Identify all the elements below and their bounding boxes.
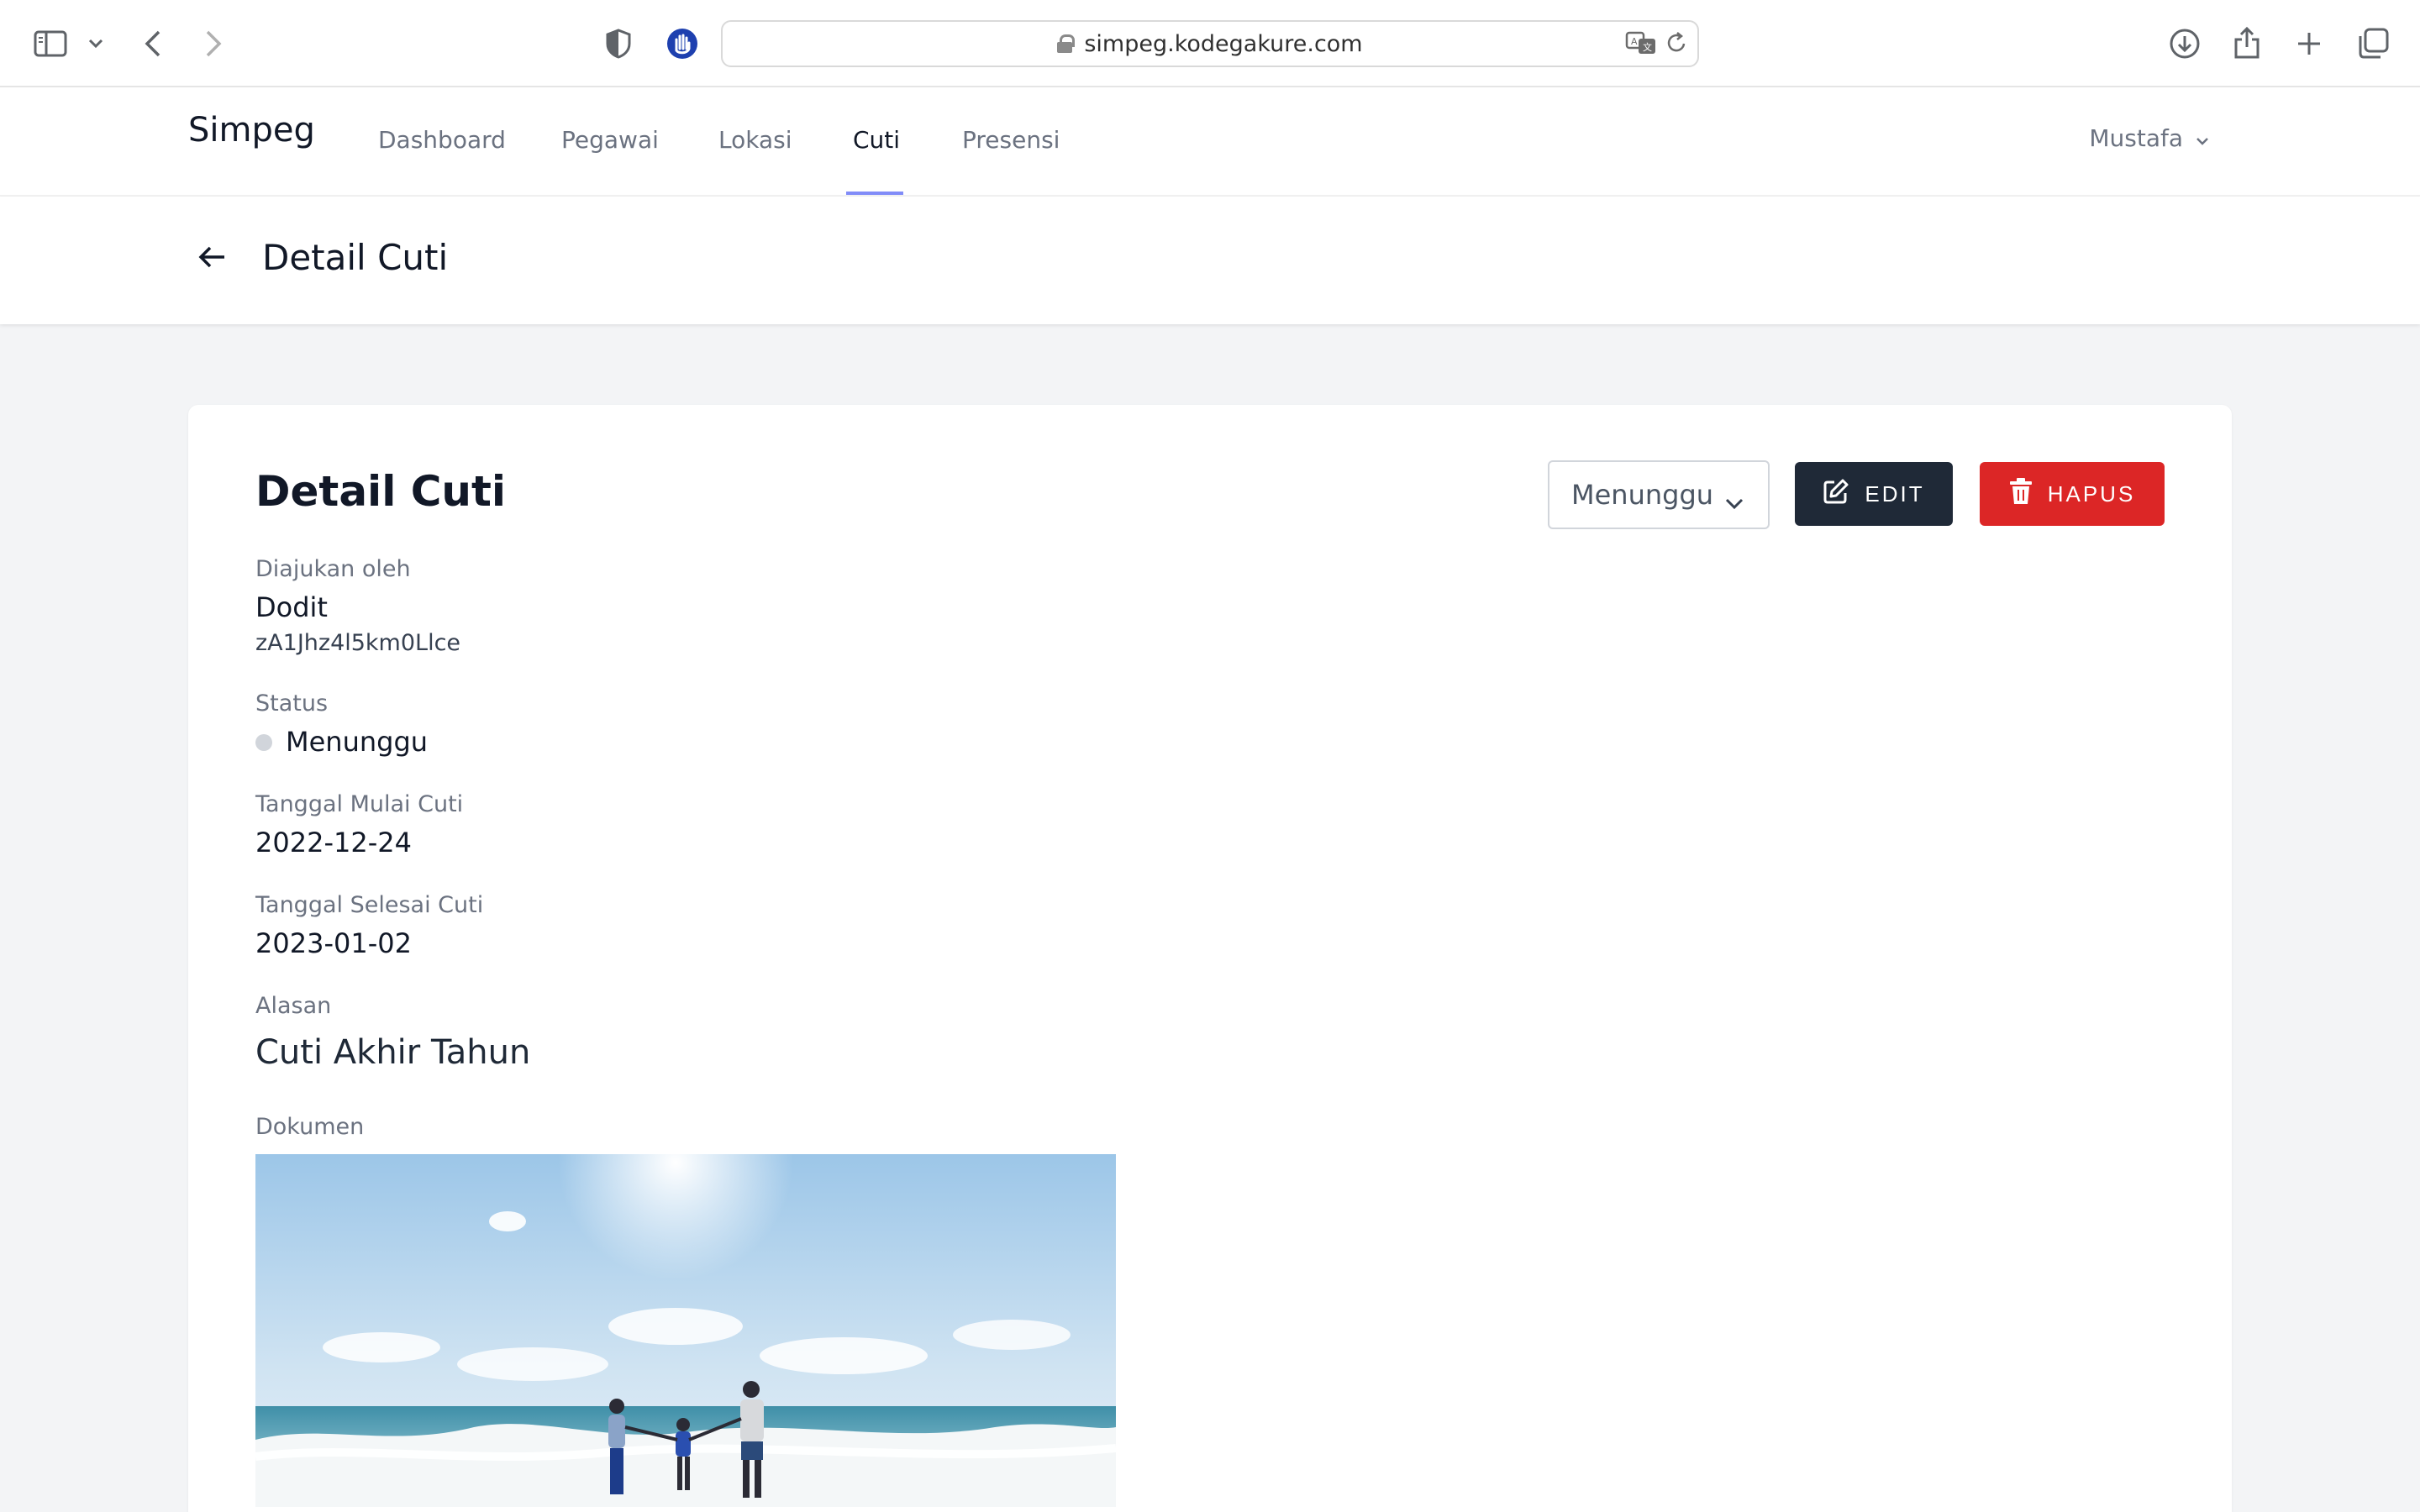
delete-button-label: HAPUS (2047, 480, 2136, 507)
edit-icon (1823, 478, 1849, 511)
address-bar[interactable]: simpeg.kodegakure.com (721, 20, 1699, 67)
svg-text:文: 文 (1643, 41, 1652, 53)
edit-button[interactable]: EDIT (1795, 462, 1953, 526)
sidebar-toggle-icon[interactable] (32, 27, 69, 60)
app-navbar: Simpeg Dashboard Pegawai Lokasi Cuti Pre… (0, 87, 2420, 197)
lock-icon (1057, 34, 1076, 53)
detail-card: Detail Cuti Menunggu EDIT HAPUS Diajukan… (188, 405, 2232, 1512)
nav-link-lokasi[interactable]: Lokasi (718, 126, 792, 154)
status-label: Status (255, 690, 329, 717)
reload-icon[interactable] (1664, 29, 1691, 57)
active-nav-indicator (846, 192, 903, 195)
svg-text:A: A (1631, 36, 1638, 47)
status-dot (255, 734, 272, 751)
new-tab-icon[interactable] (2292, 27, 2326, 60)
user-menu[interactable]: Mustafa (2089, 124, 2210, 152)
back-icon[interactable] (138, 25, 168, 62)
reason-value: Cuti Akhir Tahun (255, 1033, 531, 1072)
nav-link-dashboard[interactable]: Dashboard (378, 126, 506, 154)
nav-link-presensi[interactable]: Presensi (962, 126, 1060, 154)
user-name: Mustafa (2089, 124, 2183, 152)
brand-logo[interactable]: Simpeg (188, 111, 315, 150)
submitted-by-name: Dodit (255, 591, 328, 623)
start-date-label: Tanggal Mulai Cuti (255, 791, 464, 817)
document-image[interactable] (255, 1154, 1116, 1507)
status-select[interactable]: Menunggu (1548, 460, 1770, 529)
forward-icon[interactable] (198, 25, 229, 62)
nav-link-pegawai[interactable]: Pegawai (561, 126, 659, 154)
submitted-by-label: Diajukan oleh (255, 556, 411, 582)
extension-hand-icon[interactable] (664, 25, 701, 62)
download-icon[interactable] (2166, 25, 2203, 62)
start-date-value: 2022-12-24 (255, 827, 412, 858)
page-header: Detail Cuti (0, 197, 2420, 324)
delete-button[interactable]: HAPUS (1980, 462, 2165, 526)
address-url: simpeg.kodegakure.com (1084, 30, 1363, 57)
card-title: Detail Cuti (255, 467, 507, 516)
browser-toolbar: simpeg.kodegakure.com A文 (0, 0, 2420, 87)
privacy-shield-icon[interactable] (602, 25, 635, 62)
edit-button-label: EDIT (1865, 480, 1925, 507)
translate-icon[interactable]: A文 (1623, 29, 1660, 57)
back-arrow-icon[interactable] (190, 235, 234, 279)
tab-overview-icon[interactable] (2354, 25, 2391, 62)
document-label: Dokumen (255, 1114, 365, 1140)
chevron-down-icon[interactable] (84, 34, 108, 54)
chevron-down-icon (2195, 124, 2210, 152)
reason-label: Alasan (255, 993, 332, 1019)
submitted-by-id: zA1Jhz4l5km0Llce (255, 630, 461, 656)
page-title: Detail Cuti (262, 237, 449, 278)
nav-link-cuti[interactable]: Cuti (853, 126, 900, 154)
end-date-value: 2023-01-02 (255, 927, 412, 959)
status-select-value: Menunggu (1571, 479, 1714, 511)
share-icon[interactable] (2230, 24, 2264, 62)
trash-icon (2009, 477, 2033, 512)
end-date-label: Tanggal Selesai Cuti (255, 892, 484, 918)
status-value: Menunggu (286, 726, 429, 758)
chevron-down-icon (1724, 486, 1744, 517)
